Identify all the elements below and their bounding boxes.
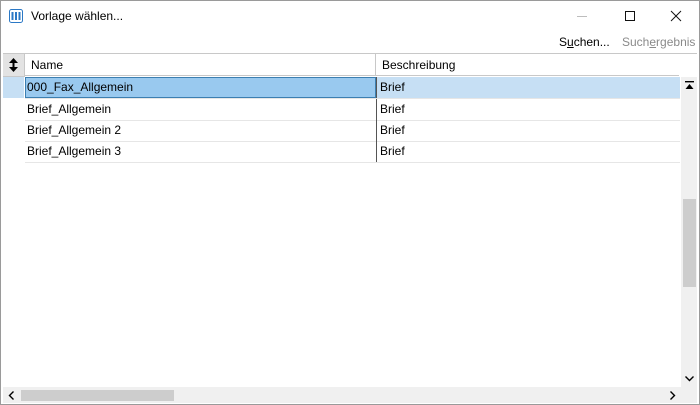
table-row[interactable]: Brief_Allgemein Brief bbox=[25, 99, 680, 121]
row-indicator[interactable] bbox=[3, 77, 24, 98]
window-title: Vorlage wählen... bbox=[31, 9, 124, 23]
minimize-icon bbox=[577, 16, 587, 17]
search-result-link[interactable]: Suchergebnis bbox=[622, 35, 695, 49]
template-grid: Name Beschreibung 000_Fax_Allgemein Brie… bbox=[3, 53, 697, 403]
sort-updown-icon bbox=[9, 58, 18, 72]
chevron-right-icon[interactable] bbox=[668, 391, 677, 400]
scrollbar-corner bbox=[681, 387, 697, 403]
cell-name[interactable]: Brief_Allgemein 3 bbox=[25, 141, 376, 162]
chevron-down-icon[interactable] bbox=[685, 374, 694, 383]
cell-name[interactable]: Brief_Allgemein bbox=[25, 99, 376, 120]
search-link[interactable]: Suchen... bbox=[559, 35, 610, 49]
dialog-window: Vorlage wählen... Suchen... Suchergebnis bbox=[0, 0, 700, 405]
table-row[interactable]: Brief_Allgemein 2 Brief bbox=[25, 120, 680, 142]
table-row[interactable]: Brief_Allgemein 3 Brief bbox=[25, 141, 680, 163]
maximize-button[interactable] bbox=[607, 1, 653, 31]
title-bar[interactable]: Vorlage wählen... bbox=[1, 1, 699, 31]
cell-description[interactable]: Brief bbox=[376, 120, 680, 141]
vertical-scroll-thumb[interactable] bbox=[683, 199, 696, 287]
cell-description[interactable]: Brief bbox=[376, 141, 680, 162]
grid-corner-button[interactable] bbox=[3, 54, 25, 77]
cell-description[interactable]: Brief bbox=[376, 99, 680, 120]
cell-name[interactable]: Brief_Allgemein 2 bbox=[25, 120, 376, 141]
app-icon bbox=[9, 9, 23, 23]
close-icon bbox=[670, 10, 682, 22]
horizontal-scrollbar[interactable] bbox=[3, 387, 681, 403]
minimize-button[interactable] bbox=[559, 1, 605, 31]
horizontal-scroll-thumb[interactable] bbox=[21, 390, 174, 401]
vertical-scrollbar[interactable] bbox=[681, 77, 697, 387]
scroll-to-top-icon[interactable] bbox=[685, 81, 694, 90]
toolbar: Suchen... Suchergebnis bbox=[1, 31, 699, 53]
cell-description[interactable]: Brief bbox=[376, 77, 680, 98]
column-header-name[interactable]: Name bbox=[25, 54, 376, 76]
column-header-description[interactable]: Beschreibung bbox=[376, 54, 679, 76]
close-button[interactable] bbox=[653, 1, 699, 31]
maximize-icon bbox=[625, 11, 635, 21]
chevron-left-icon[interactable] bbox=[7, 391, 16, 400]
cell-name[interactable]: 000_Fax_Allgemein bbox=[25, 77, 376, 98]
table-row[interactable]: 000_Fax_Allgemein Brief bbox=[25, 77, 680, 99]
